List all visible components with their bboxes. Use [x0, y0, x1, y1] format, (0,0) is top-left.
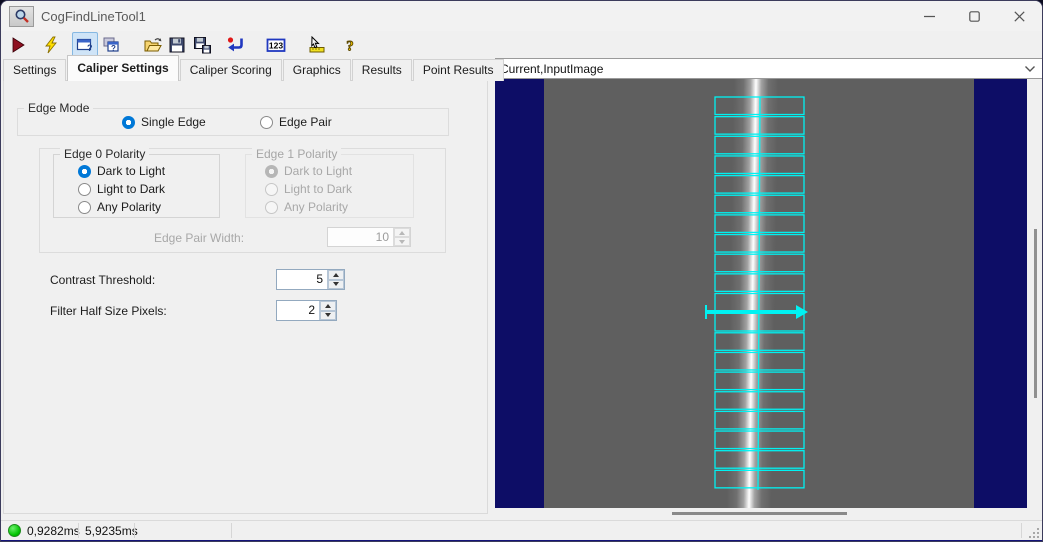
edge-pair-width-value: 10 [375, 230, 389, 244]
contrast-threshold-label: Contrast Threshold: [50, 273, 156, 287]
numeric-display-icon[interactable]: 123 [264, 33, 288, 56]
magnifier-icon [9, 5, 34, 27]
contrast-threshold-down-icon[interactable] [328, 279, 344, 289]
reset-icon[interactable] [223, 33, 247, 56]
status-ok-indicator [8, 524, 21, 537]
contrast-threshold-value[interactable]: 5 [277, 270, 327, 289]
maximize-button[interactable] [952, 1, 997, 31]
status-bar: 0,9282ms 5,9235ms [1, 520, 1042, 540]
edge-mode-legend: Edge Mode [24, 101, 94, 115]
image-source-value: Current,InputImage [500, 61, 604, 76]
radio-single-edge[interactable] [122, 115, 135, 129]
svg-text:?: ? [111, 44, 116, 53]
filter-half-size-label: Filter Half Size Pixels: [50, 304, 167, 318]
float-window-icon[interactable]: ? [99, 33, 123, 56]
show-image-panel-icon[interactable]: ? [72, 32, 98, 57]
cogfindlinetool-window: CogFindLineTool1 ? ? 123 ? Settings Cali… [0, 0, 1043, 542]
tab-point-results[interactable]: Point Results [412, 59, 504, 81]
radio-edge0-any-polarity-label[interactable]: Any Polarity [97, 200, 161, 214]
edge-pair-width-label: Edge Pair Width: [154, 231, 245, 245]
polarity-outer-group: Edge 0 Polarity Dark to Light Light to D… [39, 147, 446, 253]
tab-page-border [3, 80, 488, 514]
radio-edge1-dark-to-light [265, 164, 278, 178]
window-title: CogFindLineTool1 [41, 8, 146, 24]
horizontal-scrollbar-thumb[interactable] [672, 512, 847, 515]
radio-edge0-light-to-dark[interactable] [78, 182, 91, 196]
radio-single-edge-label[interactable]: Single Edge [141, 115, 206, 129]
radio-edge1-light-to-dark [265, 182, 278, 196]
vertical-scrollbar-thumb[interactable] [1034, 229, 1037, 398]
open-file-icon[interactable] [140, 33, 164, 56]
chevron-down-icon [1024, 62, 1036, 76]
radio-edge-pair-label[interactable]: Edge Pair [279, 115, 332, 129]
svg-text:?: ? [346, 38, 354, 54]
status-time-1: 0,9282ms [27, 524, 80, 538]
run-icon[interactable] [6, 33, 30, 56]
edge1-polarity-group: Edge 1 Polarity Dark to Light Light to D… [245, 147, 414, 218]
horizontal-scrollbar[interactable] [495, 508, 1042, 520]
filter-half-size-up-icon[interactable] [320, 301, 336, 311]
edge0-polarity-group: Edge 0 Polarity Dark to Light Light to D… [53, 147, 220, 218]
tab-graphics[interactable]: Graphics [282, 59, 351, 81]
position-tool-icon[interactable] [305, 33, 329, 56]
radio-edge0-dark-to-light-label[interactable]: Dark to Light [97, 164, 165, 178]
radio-edge-pair[interactable] [260, 115, 273, 129]
close-button[interactable] [997, 1, 1042, 31]
tab-settings[interactable]: Settings [3, 59, 67, 81]
radio-edge0-dark-to-light[interactable] [78, 164, 91, 178]
svg-text:?: ? [87, 43, 93, 53]
svg-text:123: 123 [269, 40, 283, 50]
electric-run-icon[interactable] [39, 33, 63, 56]
edge-pair-width-stepper: 10 [327, 227, 411, 247]
edge-pair-width-down-icon [394, 237, 410, 246]
edge-pair-width-up-icon [394, 228, 410, 237]
radio-edge1-any-polarity-label: Any Polarity [284, 200, 349, 214]
resize-grip[interactable] [1028, 527, 1039, 538]
filter-half-size-value[interactable]: 2 [277, 301, 319, 320]
image-source-combo[interactable]: Current,InputImage [495, 58, 1042, 79]
radio-edge1-dark-to-light-label: Dark to Light [284, 164, 353, 178]
radio-edge1-light-to-dark-label: Light to Dark [284, 182, 353, 196]
tab-caliper-settings[interactable]: Caliper Settings [67, 55, 179, 81]
tab-caliper-scoring[interactable]: Caliper Scoring [179, 59, 282, 81]
save-as-icon[interactable] [190, 33, 214, 56]
edge0-polarity-legend: Edge 0 Polarity [60, 147, 150, 161]
filter-half-size-down-icon[interactable] [320, 310, 336, 320]
filter-half-size-stepper[interactable]: 2 [276, 300, 337, 321]
radio-edge0-any-polarity[interactable] [78, 200, 91, 214]
help-icon[interactable]: ? [338, 33, 362, 56]
toolbar: ? ? 123 ? [1, 31, 1042, 58]
edge1-polarity-legend: Edge 1 Polarity [252, 147, 342, 161]
edge-mode-group: Edge Mode Single Edge Edge Pair [17, 101, 449, 136]
title-bar: CogFindLineTool1 [1, 1, 1042, 31]
radio-edge1-any-polarity [265, 200, 278, 214]
status-time-2: 5,9235ms [85, 524, 138, 538]
contrast-threshold-up-icon[interactable] [328, 270, 344, 280]
radio-edge0-light-to-dark-label[interactable]: Light to Dark [97, 182, 165, 196]
save-icon[interactable] [165, 33, 189, 56]
tab-results[interactable]: Results [351, 59, 412, 81]
minimize-button[interactable] [907, 1, 952, 31]
tab-strip: Settings Caliper Settings Caliper Scorin… [3, 55, 505, 81]
contrast-threshold-stepper[interactable]: 5 [276, 269, 345, 290]
vertical-scrollbar[interactable] [1027, 79, 1042, 508]
image-display[interactable] [495, 79, 1043, 508]
caliper-overlay[interactable] [495, 79, 1043, 508]
